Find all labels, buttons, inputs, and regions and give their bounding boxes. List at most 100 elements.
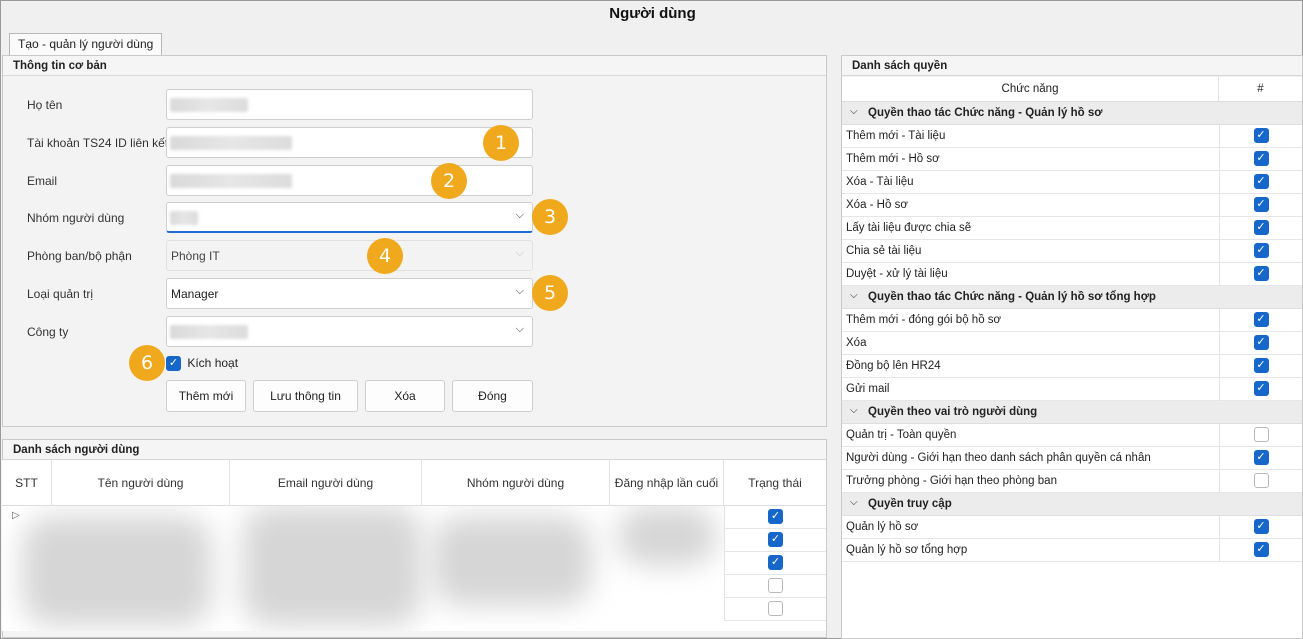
permission-row[interactable]: Xóa - Hồ sơ ✓ <box>842 194 1302 217</box>
permission-checkbox[interactable]: ✓ <box>1253 427 1269 442</box>
permission-row[interactable]: Duyệt - xử lý tài liệu ✓ <box>842 263 1302 286</box>
permission-label: Đồng bộ lên HR24 <box>846 360 941 372</box>
permission-row[interactable]: Lấy tài liệu được chia sẽ ✓ <box>842 217 1302 240</box>
permission-row[interactable]: Thêm mới - Hồ sơ ✓ <box>842 148 1302 171</box>
col-function[interactable]: Chức năng <box>842 77 1219 102</box>
status-checkbox[interactable]: ✓ <box>768 555 783 571</box>
permission-checkbox[interactable]: ✓ <box>1253 473 1269 488</box>
permission-checkbox[interactable]: ✓ <box>1253 381 1269 396</box>
permission-label: Thêm mới - đóng gói bộ hồ sơ <box>846 314 1002 326</box>
col-user-name[interactable]: Tên người dùng <box>52 460 230 506</box>
permission-label: Duyệt - xử lý tài liệu <box>846 268 948 280</box>
permission-row[interactable]: Xóa ✓ <box>842 332 1302 355</box>
permission-checkbox[interactable]: ✓ <box>1253 542 1269 557</box>
ts24-account-field[interactable] <box>166 127 533 158</box>
table-row[interactable]: ✓ <box>725 506 826 529</box>
permission-checkbox[interactable]: ✓ <box>1253 128 1269 143</box>
department-select: Phòng IT ⌵ <box>166 240 533 271</box>
activate-checkbox[interactable]: ✓ <box>166 356 181 372</box>
permission-checkbox[interactable]: ✓ <box>1253 358 1269 373</box>
status-checkbox[interactable]: ✓ <box>768 601 783 617</box>
chevron-down-icon: ⌵ <box>515 285 524 297</box>
permission-checkbox[interactable]: ✓ <box>1253 151 1269 166</box>
col-user-group[interactable]: Nhóm người dùng <box>422 460 610 506</box>
tab-create-manage-users[interactable]: Tạo - quản lý người dùng <box>9 33 163 55</box>
permission-row[interactable]: Đồng bộ lên HR24 ✓ <box>842 355 1302 378</box>
permission-row[interactable]: Thêm mới - Tài liệu ✓ <box>842 125 1302 148</box>
admin-type-value: Manager <box>171 287 219 301</box>
chevron-down-icon[interactable]: ⌵ <box>850 106 858 117</box>
status-checkbox[interactable]: ✓ <box>768 578 783 594</box>
col-last-login[interactable]: Đăng nhập lần cuối <box>610 460 724 506</box>
table-row[interactable]: ✓ <box>725 552 826 575</box>
permission-row[interactable]: Gửi mail ✓ <box>842 378 1302 401</box>
permission-label: Xóa <box>846 337 867 349</box>
add-button[interactable]: Thêm mới <box>166 380 246 412</box>
permission-row[interactable]: Quản lý hồ sơ tổng hợp ✓ <box>842 539 1302 562</box>
permission-row[interactable]: Quản trị - Toàn quyền ✓ <box>842 424 1302 447</box>
col-status[interactable]: Trạng thái <box>724 460 826 506</box>
ts24-account-label: Tài khoản TS24 ID liên kết <box>27 136 169 150</box>
admin-type-label: Loại quản trị <box>27 287 94 301</box>
window-title: Người dùng <box>609 5 696 22</box>
callout-badge-4: 4 <box>367 238 403 274</box>
redacted-names <box>22 516 212 626</box>
permission-label: Chia sẻ tài liệu <box>846 245 922 257</box>
user-group-select[interactable]: ⌵ <box>166 202 533 233</box>
table-row[interactable]: ✓ <box>725 529 826 552</box>
permission-row[interactable]: Quản lý hồ sơ ✓ <box>842 516 1302 539</box>
col-stt[interactable]: STT <box>2 460 52 506</box>
permission-checkbox[interactable]: ✓ <box>1253 174 1269 189</box>
permission-checkbox[interactable]: ✓ <box>1253 243 1269 258</box>
table-row[interactable]: ✓ <box>725 575 826 598</box>
permission-checkbox[interactable]: ✓ <box>1253 312 1269 327</box>
full-name-field[interactable] <box>166 89 533 120</box>
permission-checkbox[interactable]: ✓ <box>1253 519 1269 534</box>
permission-checkbox[interactable]: ✓ <box>1253 450 1269 465</box>
permission-checkbox[interactable]: ✓ <box>1253 266 1269 281</box>
permission-row[interactable]: Người dùng - Giới hạn theo danh sách phâ… <box>842 447 1302 470</box>
close-button[interactable]: Đóng <box>452 380 533 412</box>
admin-type-select[interactable]: Manager ⌵ <box>166 278 533 309</box>
company-select[interactable]: ⌵ <box>166 316 533 347</box>
chevron-down-icon[interactable]: ⌵ <box>850 290 858 301</box>
permission-check-cell: ✓ <box>1219 447 1302 470</box>
callout-badge-1: 1 <box>483 125 519 161</box>
permission-label: Thêm mới - Tài liệu <box>846 130 946 142</box>
chevron-down-icon: ⌵ <box>515 209 524 221</box>
permission-label: Người dùng - Giới hạn theo danh sách phâ… <box>846 452 1151 464</box>
permission-label: Quản trị - Toàn quyền <box>846 429 957 441</box>
permission-group[interactable]: ⌵ Quyền theo vai trò người dùng <box>842 401 1302 424</box>
redacted-groups <box>432 516 592 606</box>
permission-check-cell: ✓ <box>1219 263 1302 286</box>
email-label: Email <box>27 174 58 188</box>
permission-row[interactable]: Thêm mới - đóng gói bộ hồ sơ ✓ <box>842 309 1302 332</box>
permission-checkbox[interactable]: ✓ <box>1253 220 1269 235</box>
activate-checkbox-row[interactable]: ✓ Kích hoạt <box>166 356 238 372</box>
full-name-label: Họ tên <box>27 98 63 112</box>
status-checkbox[interactable]: ✓ <box>768 509 783 525</box>
permission-checkbox[interactable]: ✓ <box>1253 197 1269 212</box>
permission-check-cell: ✓ <box>1219 217 1302 240</box>
permission-row[interactable]: Trưởng phòng - Giới hạn theo phòng ban ✓ <box>842 470 1302 493</box>
permission-group[interactable]: ⌵ Quyền truy cập <box>842 493 1302 516</box>
permission-group[interactable]: ⌵ Quyền thao tác Chức năng - Quản lý hồ s… <box>842 102 1302 125</box>
department-label: Phòng ban/bộ phận <box>27 249 132 263</box>
permission-checkbox[interactable]: ✓ <box>1253 335 1269 350</box>
table-row[interactable]: ✓ <box>725 598 826 621</box>
delete-button[interactable]: Xóa <box>365 380 445 412</box>
permission-group[interactable]: ⌵ Quyền thao tác Chức năng - Quản lý hồ s… <box>842 286 1302 309</box>
col-check[interactable]: # <box>1219 77 1302 102</box>
permissions-grid-header: Chức năng # <box>842 77 1302 102</box>
chevron-down-icon[interactable]: ⌵ <box>850 405 858 416</box>
permission-label: Quản lý hồ sơ tổng hợp <box>846 544 968 556</box>
email-field[interactable] <box>166 165 533 196</box>
users-grid-header: STT Tên người dùng Email người dùng Nhóm… <box>2 460 826 506</box>
permission-row[interactable]: Chia sẻ tài liệu ✓ <box>842 240 1302 263</box>
chevron-down-icon[interactable]: ⌵ <box>850 497 858 508</box>
status-checkbox[interactable]: ✓ <box>768 532 783 548</box>
save-button[interactable]: Lưu thông tin <box>253 380 358 412</box>
callout-badge-6: 6 <box>129 345 165 381</box>
permission-row[interactable]: Xóa - Tài liệu ✓ <box>842 171 1302 194</box>
col-user-email[interactable]: Email người dùng <box>230 460 422 506</box>
